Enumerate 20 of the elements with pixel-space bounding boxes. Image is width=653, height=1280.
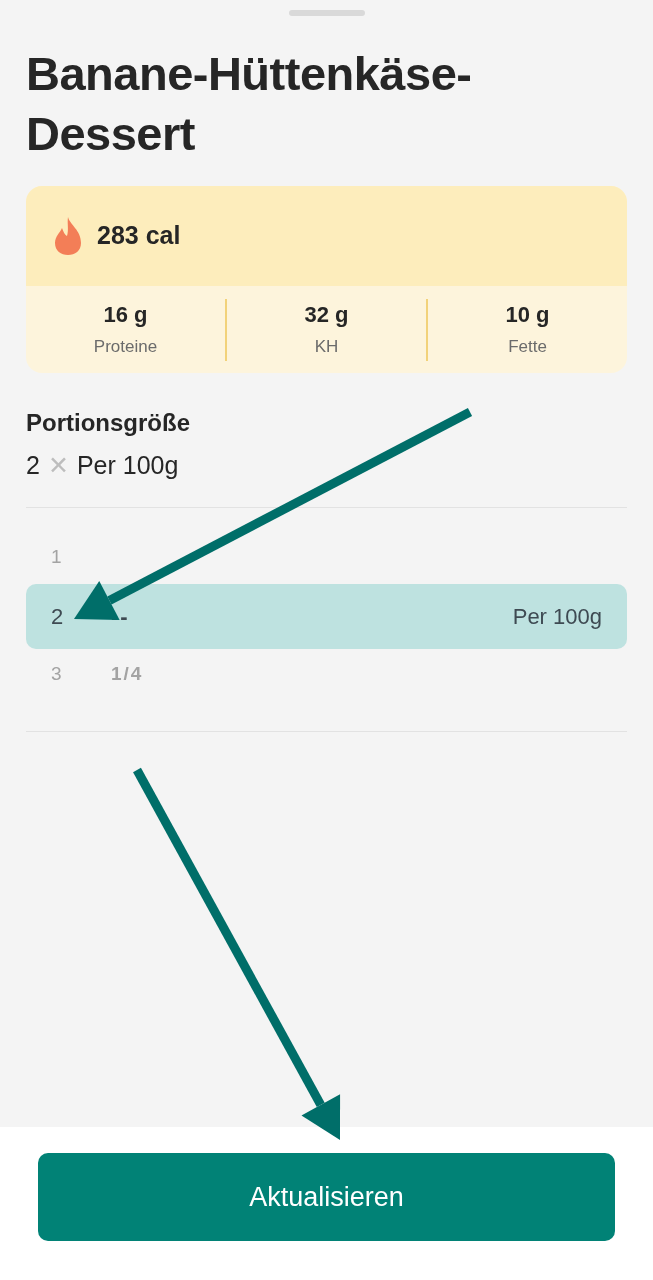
update-button[interactable]: Aktualisieren [38, 1153, 615, 1241]
calorie-count: 283 cal [97, 220, 181, 252]
picker-value: 1/4 [111, 662, 144, 687]
macro-label: Fette [508, 338, 547, 355]
flame-icon [53, 216, 83, 256]
picker-value: Per 100g [512, 602, 602, 631]
picker-value: 1 [51, 545, 63, 570]
portion-count: 2 [26, 450, 40, 481]
macro-label: KH [314, 338, 339, 355]
macro-amount: 32 g [304, 304, 349, 326]
drag-handle[interactable] [288, 10, 365, 16]
picker-value: 2 [51, 602, 65, 631]
multiply-icon: ✕ [47, 447, 69, 485]
portion-unit: Per 100g [76, 450, 179, 481]
portion-label: Portionsgröße [25, 408, 191, 438]
picker-value: 3 [51, 662, 63, 687]
macro-label: Proteine [93, 338, 158, 355]
macro-amount: 16 g [103, 304, 148, 326]
recipe-title: Banane-Hüttenkäse-Dessert [25, 46, 473, 162]
macro-amount: 10 g [505, 304, 550, 326]
